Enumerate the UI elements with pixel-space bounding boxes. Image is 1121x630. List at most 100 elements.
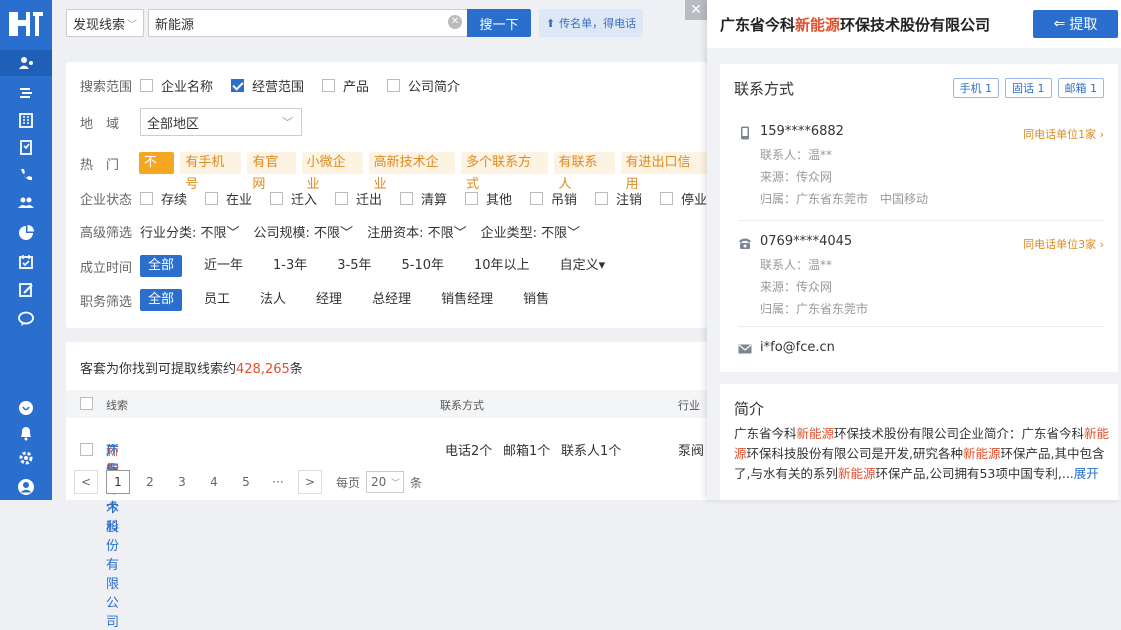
established-option[interactable]: 3-5年 [329, 255, 379, 277]
same-unit-link[interactable]: 同电话单位3家 › [1023, 236, 1104, 252]
checkbox[interactable] [399, 191, 413, 205]
row-checkbox[interactable] [80, 443, 93, 456]
phone-count[interactable]: 电话2个 [445, 440, 492, 459]
table-row[interactable]: 广东省今科新能源环保技术股份有限公司 电话2个 邮箱1个 联系人1个 泵阀 [66, 440, 707, 630]
status-option[interactable]: 迁入 [269, 189, 317, 208]
sidebar-clue-icon[interactable] [0, 50, 52, 76]
scope-option[interactable]: 产品 [322, 76, 369, 95]
custom-range-option[interactable]: 自定义▾ [552, 255, 614, 277]
status-option[interactable]: 清算 [399, 189, 447, 208]
prev-page-button[interactable]: < [74, 470, 98, 494]
checkbox[interactable] [269, 191, 283, 205]
checkbox[interactable] [139, 191, 153, 205]
sidebar-chat-icon[interactable] [0, 306, 52, 332]
established-option[interactable]: 全部 [140, 255, 183, 277]
status-option[interactable]: 其他 [464, 189, 512, 208]
pagination: < 1 2 3 4 5 ··· > 每页 20 ﹀ 条 [74, 470, 422, 494]
status-option[interactable]: 吊销 [529, 189, 577, 208]
established-option[interactable]: 5-10年 [394, 255, 453, 277]
status-option[interactable]: 迁出 [334, 189, 382, 208]
checkbox[interactable] [322, 78, 336, 92]
checkbox[interactable] [659, 191, 673, 205]
checkbox[interactable] [140, 78, 153, 92]
sidebar-service-icon[interactable] [0, 395, 52, 421]
page-number[interactable]: 1 [106, 470, 130, 494]
hot-tag[interactable]: 多个联系方式 [461, 152, 548, 192]
scope-option[interactable]: 企业名称 [140, 76, 213, 95]
checkbox[interactable] [529, 191, 543, 205]
hot-tag[interactable]: 有联系人 [553, 152, 615, 192]
checkbox[interactable] [464, 191, 478, 205]
expand-link[interactable]: 展开 [1074, 466, 1099, 481]
position-option[interactable]: 法人 [252, 289, 294, 311]
sidebar-phone-icon[interactable] [0, 162, 52, 188]
company-type-dropdown[interactable]: 企业类型: 不限﹀ [481, 222, 581, 241]
established-option[interactable]: 10年以上 [466, 255, 538, 277]
hot-tag[interactable]: 有官网 [247, 152, 296, 192]
sidebar-route-icon[interactable] [0, 80, 52, 106]
sidebar-calendar-icon[interactable] [0, 249, 52, 275]
sidebar-piechart-icon[interactable] [0, 220, 52, 246]
scope-option[interactable]: 公司简介 [387, 76, 460, 95]
landline-number[interactable]: 0769****4045 [760, 234, 852, 249]
hot-tag[interactable]: 高新技术企业 [368, 152, 456, 192]
position-option[interactable]: 全部 [140, 289, 183, 311]
same-unit-link[interactable]: 同电话单位1家 › [1023, 126, 1104, 142]
sidebar-settings-icon[interactable] [0, 445, 52, 471]
landline-badge[interactable]: 固话 1 [1005, 78, 1052, 98]
page-number[interactable]: 2 [138, 475, 162, 489]
position-option[interactable]: 销售 [515, 289, 557, 311]
sidebar-edit-icon[interactable] [0, 277, 52, 303]
sidebar-users-icon[interactable] [0, 190, 52, 216]
select-all-checkbox[interactable] [80, 397, 93, 410]
per-page-select[interactable]: 20 ﹀ [366, 471, 405, 493]
email-badge[interactable]: 邮箱 1 [1057, 78, 1104, 98]
mobile-badge[interactable]: 手机 1 [952, 78, 999, 98]
extract-button[interactable]: ⇐ 提取 [1033, 10, 1118, 38]
page-number[interactable]: 5 [234, 475, 258, 489]
industry-dropdown[interactable]: 行业分类: 不限﹀ [140, 222, 240, 241]
sidebar-bell-icon[interactable] [0, 420, 52, 446]
same-unit-text: 同电话单位3家 [1023, 238, 1097, 251]
email-count[interactable]: 邮箱1个 [503, 440, 550, 459]
checkbox[interactable] [204, 191, 218, 205]
sidebar-clipboard-icon[interactable] [0, 134, 52, 160]
hot-tag[interactable]: 小微企业 [301, 152, 363, 192]
upload-list-button[interactable]: ⬆ 传名单，得电话 [539, 9, 643, 37]
position-option[interactable]: 经理 [308, 289, 350, 311]
sidebar-avatar-icon[interactable] [0, 474, 52, 500]
position-option[interactable]: 总经理 [364, 289, 419, 311]
status-option[interactable]: 存续 [139, 189, 187, 208]
hot-tag[interactable]: 有手机号 [180, 152, 242, 192]
region-select[interactable]: 全部地区 ﹀ [140, 108, 302, 136]
email-address[interactable]: i*fo@fce.cn [760, 340, 835, 355]
position-option[interactable]: 销售经理 [433, 289, 501, 311]
search-type-select[interactable]: 发现线索 ﹀ [66, 9, 144, 37]
clear-icon[interactable]: ✕ [448, 15, 462, 29]
scope-option[interactable]: 经营范围 [231, 76, 304, 95]
hot-tag[interactable]: 不限 [138, 152, 175, 192]
status-option[interactable]: 注销 [594, 189, 642, 208]
hot-tag[interactable]: 有进出口信用 [620, 152, 708, 192]
status-option[interactable]: 停业 [659, 189, 707, 208]
checkbox[interactable] [387, 78, 401, 92]
sidebar-building-icon[interactable] [0, 107, 52, 133]
page-ellipsis[interactable]: ··· [266, 475, 290, 489]
position-option[interactable]: 员工 [196, 289, 238, 311]
contact-count[interactable]: 联系人1个 [561, 440, 621, 459]
page-number[interactable]: 4 [202, 475, 226, 489]
established-option[interactable]: 近一年 [196, 255, 251, 277]
next-page-button[interactable]: > [298, 470, 322, 494]
status-option[interactable]: 在业 [204, 189, 252, 208]
checkbox[interactable] [231, 78, 245, 92]
capital-dropdown[interactable]: 注册资本: 不限﹀ [367, 222, 467, 241]
search-input[interactable] [148, 9, 468, 37]
checkbox[interactable] [594, 191, 608, 205]
mobile-number[interactable]: 159****6882 [760, 124, 844, 139]
established-option[interactable]: 1-3年 [265, 255, 315, 277]
close-drawer-button[interactable]: ✕ [685, 0, 707, 20]
checkbox[interactable] [334, 191, 348, 205]
page-number[interactable]: 3 [170, 475, 194, 489]
search-button[interactable]: 搜一下 [467, 9, 531, 37]
company-size-dropdown[interactable]: 公司规模: 不限﹀ [254, 222, 354, 241]
